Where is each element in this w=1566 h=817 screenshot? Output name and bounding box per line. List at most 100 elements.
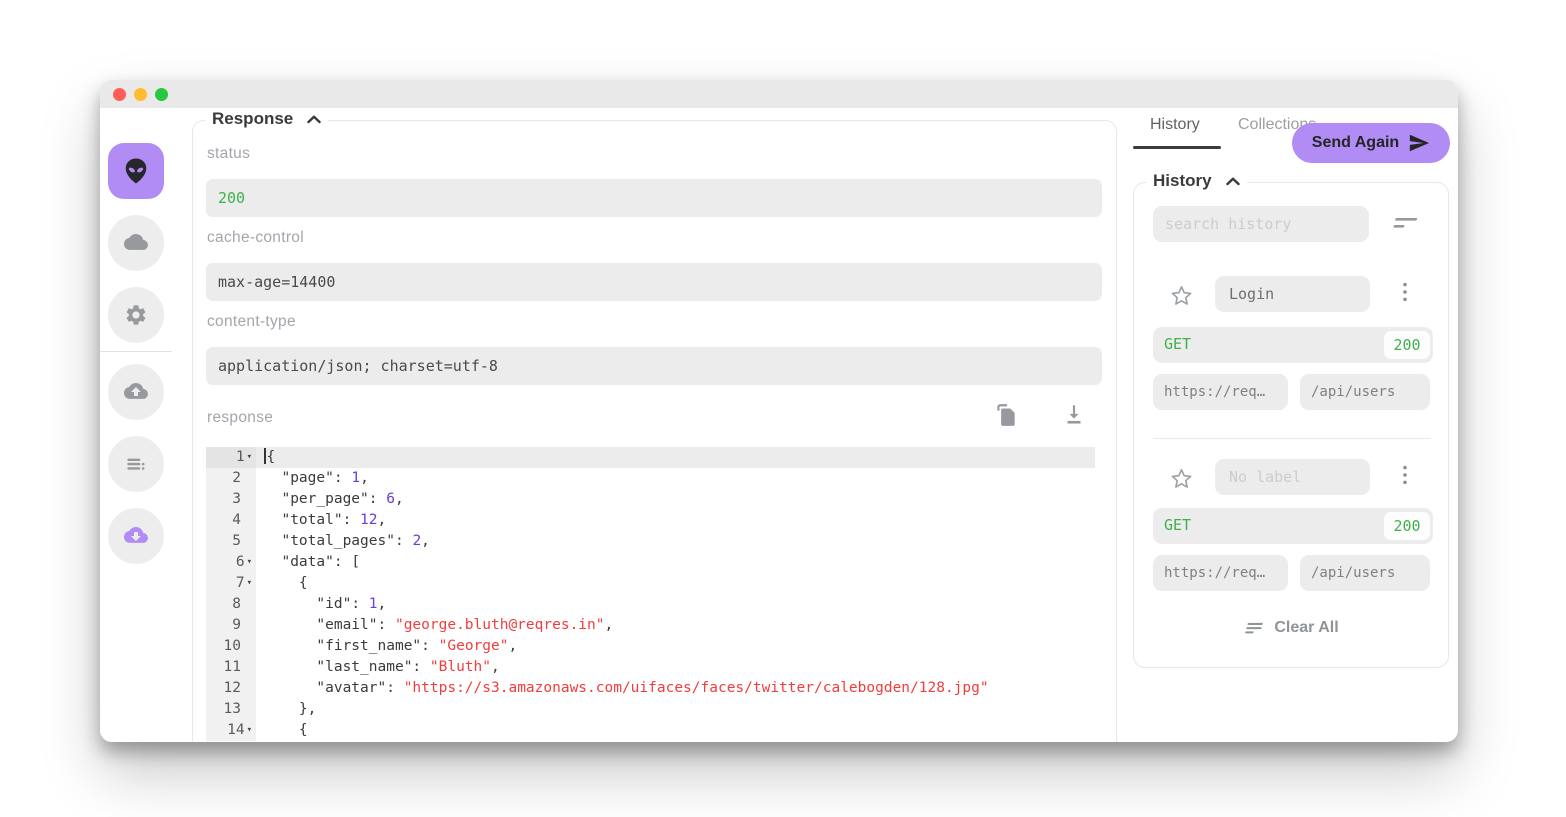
alien-icon: [121, 156, 151, 186]
status-badge: 200: [1384, 512, 1430, 540]
content-type-field-label: content-type: [207, 313, 296, 331]
fold-caret-icon[interactable]: ▾: [247, 557, 252, 567]
code-line-content[interactable]: "id": 1,: [256, 594, 1095, 615]
tab-history[interactable]: History: [1150, 116, 1200, 134]
history-request-summary[interactable]: GET 200: [1153, 327, 1433, 363]
line-number-gutter: 14▾: [206, 720, 256, 741]
code-line-content[interactable]: },: [256, 699, 1095, 720]
request-path-chip[interactable]: /api/users: [1300, 374, 1430, 410]
response-section: Response status cache-control content-ty…: [192, 120, 1117, 742]
sidebar-item-requests[interactable]: [108, 436, 164, 492]
clear-all-icon: [1243, 621, 1265, 635]
sidebar-item-import[interactable]: [108, 508, 164, 564]
fold-caret-icon[interactable]: ▾: [247, 452, 252, 462]
sidebar-item-export[interactable]: [108, 364, 164, 420]
code-line-content[interactable]: "last_name": "Bluth",: [256, 657, 1095, 678]
collapse-caret-icon[interactable]: [307, 115, 321, 124]
code-line-content[interactable]: "total_pages": 2,: [256, 531, 1095, 552]
gear-icon: [124, 303, 148, 327]
fold-caret-icon[interactable]: ▾: [247, 578, 252, 588]
line-number-gutter: 13: [206, 699, 256, 720]
editor-line[interactable]: 2 "page": 1,: [206, 468, 1095, 489]
code-line-content[interactable]: {: [256, 720, 1095, 741]
search-history-input[interactable]: [1153, 206, 1369, 242]
status-badge: 200: [1384, 331, 1430, 359]
copy-response-icon[interactable]: [993, 402, 1019, 428]
request-list-icon: [123, 451, 149, 477]
editor-line[interactable]: 11 "last_name": "Bluth",: [206, 657, 1095, 678]
clear-all-button[interactable]: Clear All: [1134, 619, 1448, 637]
request-path-chip[interactable]: /api/users: [1300, 555, 1430, 591]
status-field-value[interactable]: [206, 179, 1102, 217]
sort-history-icon[interactable]: [1392, 216, 1419, 232]
code-line-content[interactable]: "total": 12,: [256, 510, 1095, 531]
code-line-content[interactable]: "page": 1,: [256, 468, 1095, 489]
editor-line[interactable]: 9 "email": "george.bluth@reqres.in",: [206, 615, 1095, 636]
line-number-gutter: 1▾: [206, 447, 256, 468]
editor-line[interactable]: 1▾{: [206, 447, 1095, 468]
favorite-star-icon[interactable]: [1170, 467, 1193, 490]
response-editor[interactable]: 1▾{2 "page": 1,3 "per_page": 6,4 "total"…: [206, 447, 1095, 742]
kebab-menu-icon[interactable]: [1402, 464, 1408, 486]
editor-line[interactable]: 8 "id": 1,: [206, 594, 1095, 615]
window-titlebar[interactable]: [100, 80, 1458, 108]
response-section-header[interactable]: Response: [205, 109, 328, 129]
history-request-summary[interactable]: GET 200: [1153, 508, 1433, 544]
collapse-caret-icon[interactable]: [1226, 177, 1240, 186]
history-section-title: History: [1153, 171, 1212, 191]
code-line-content[interactable]: {: [256, 447, 1095, 468]
request-host-chip[interactable]: https://req…: [1153, 555, 1288, 591]
app-logo[interactable]: [108, 143, 164, 199]
send-icon: [1408, 132, 1430, 154]
line-number-gutter: 12: [206, 678, 256, 699]
close-window-button[interactable]: [113, 88, 126, 101]
code-line-content[interactable]: "per_page": 6,: [256, 489, 1095, 510]
fold-caret-icon[interactable]: ▾: [247, 725, 252, 735]
cache-control-field-label: cache-control: [207, 229, 304, 247]
sidebar: [100, 108, 186, 742]
code-line-content[interactable]: "avatar": "https://s3.amazonaws.com/uifa…: [256, 678, 1095, 699]
screenshot-stage: Response status cache-control content-ty…: [0, 0, 1566, 817]
code-line-content[interactable]: "email": "george.bluth@reqres.in",: [256, 615, 1095, 636]
history-item-label-input[interactable]: [1215, 276, 1370, 312]
line-number-gutter: 6▾: [206, 552, 256, 573]
editor-line[interactable]: 5 "total_pages": 2,: [206, 531, 1095, 552]
line-number-gutter: 7▾: [206, 573, 256, 594]
request-host-chip[interactable]: https://req…: [1153, 374, 1288, 410]
sidebar-item-environments[interactable]: [108, 215, 164, 271]
line-number-gutter: 4: [206, 510, 256, 531]
cloud-upload-icon: [123, 379, 149, 405]
sidebar-item-settings[interactable]: [108, 287, 164, 343]
line-number-gutter: 5: [206, 531, 256, 552]
line-number-gutter: 3: [206, 489, 256, 510]
clear-all-label: Clear All: [1274, 619, 1338, 637]
content-type-field-value[interactable]: [206, 347, 1102, 385]
maximize-window-button[interactable]: [155, 88, 168, 101]
download-response-icon[interactable]: [1061, 402, 1087, 428]
history-section: History GET 200: [1133, 182, 1449, 668]
editor-line[interactable]: 10 "first_name": "George",: [206, 636, 1095, 657]
editor-line[interactable]: 4 "total": 12,: [206, 510, 1095, 531]
history-item-label-input[interactable]: [1215, 459, 1370, 495]
send-again-button[interactable]: Send Again: [1292, 123, 1450, 163]
cloud-download-icon: [123, 523, 149, 549]
code-line-content[interactable]: "data": [: [256, 552, 1095, 573]
line-number-gutter: 8: [206, 594, 256, 615]
active-tab-underline: [1133, 146, 1221, 149]
cloud-icon: [123, 230, 149, 256]
cache-control-field-value[interactable]: [206, 263, 1102, 301]
kebab-menu-icon[interactable]: [1402, 281, 1408, 303]
history-item-divider: [1153, 438, 1431, 439]
editor-line[interactable]: 7▾ {: [206, 573, 1095, 594]
editor-line[interactable]: 12 "avatar": "https://s3.amazonaws.com/u…: [206, 678, 1095, 699]
history-section-header[interactable]: History: [1146, 171, 1247, 191]
editor-line[interactable]: 13 },: [206, 699, 1095, 720]
editor-line[interactable]: 6▾ "data": [: [206, 552, 1095, 573]
code-line-content[interactable]: "first_name": "George",: [256, 636, 1095, 657]
request-method: GET: [1164, 335, 1191, 353]
code-line-content[interactable]: {: [256, 573, 1095, 594]
editor-line[interactable]: 3 "per_page": 6,: [206, 489, 1095, 510]
favorite-star-icon[interactable]: [1170, 284, 1193, 307]
editor-line[interactable]: 14▾ {: [206, 720, 1095, 741]
minimize-window-button[interactable]: [134, 88, 147, 101]
